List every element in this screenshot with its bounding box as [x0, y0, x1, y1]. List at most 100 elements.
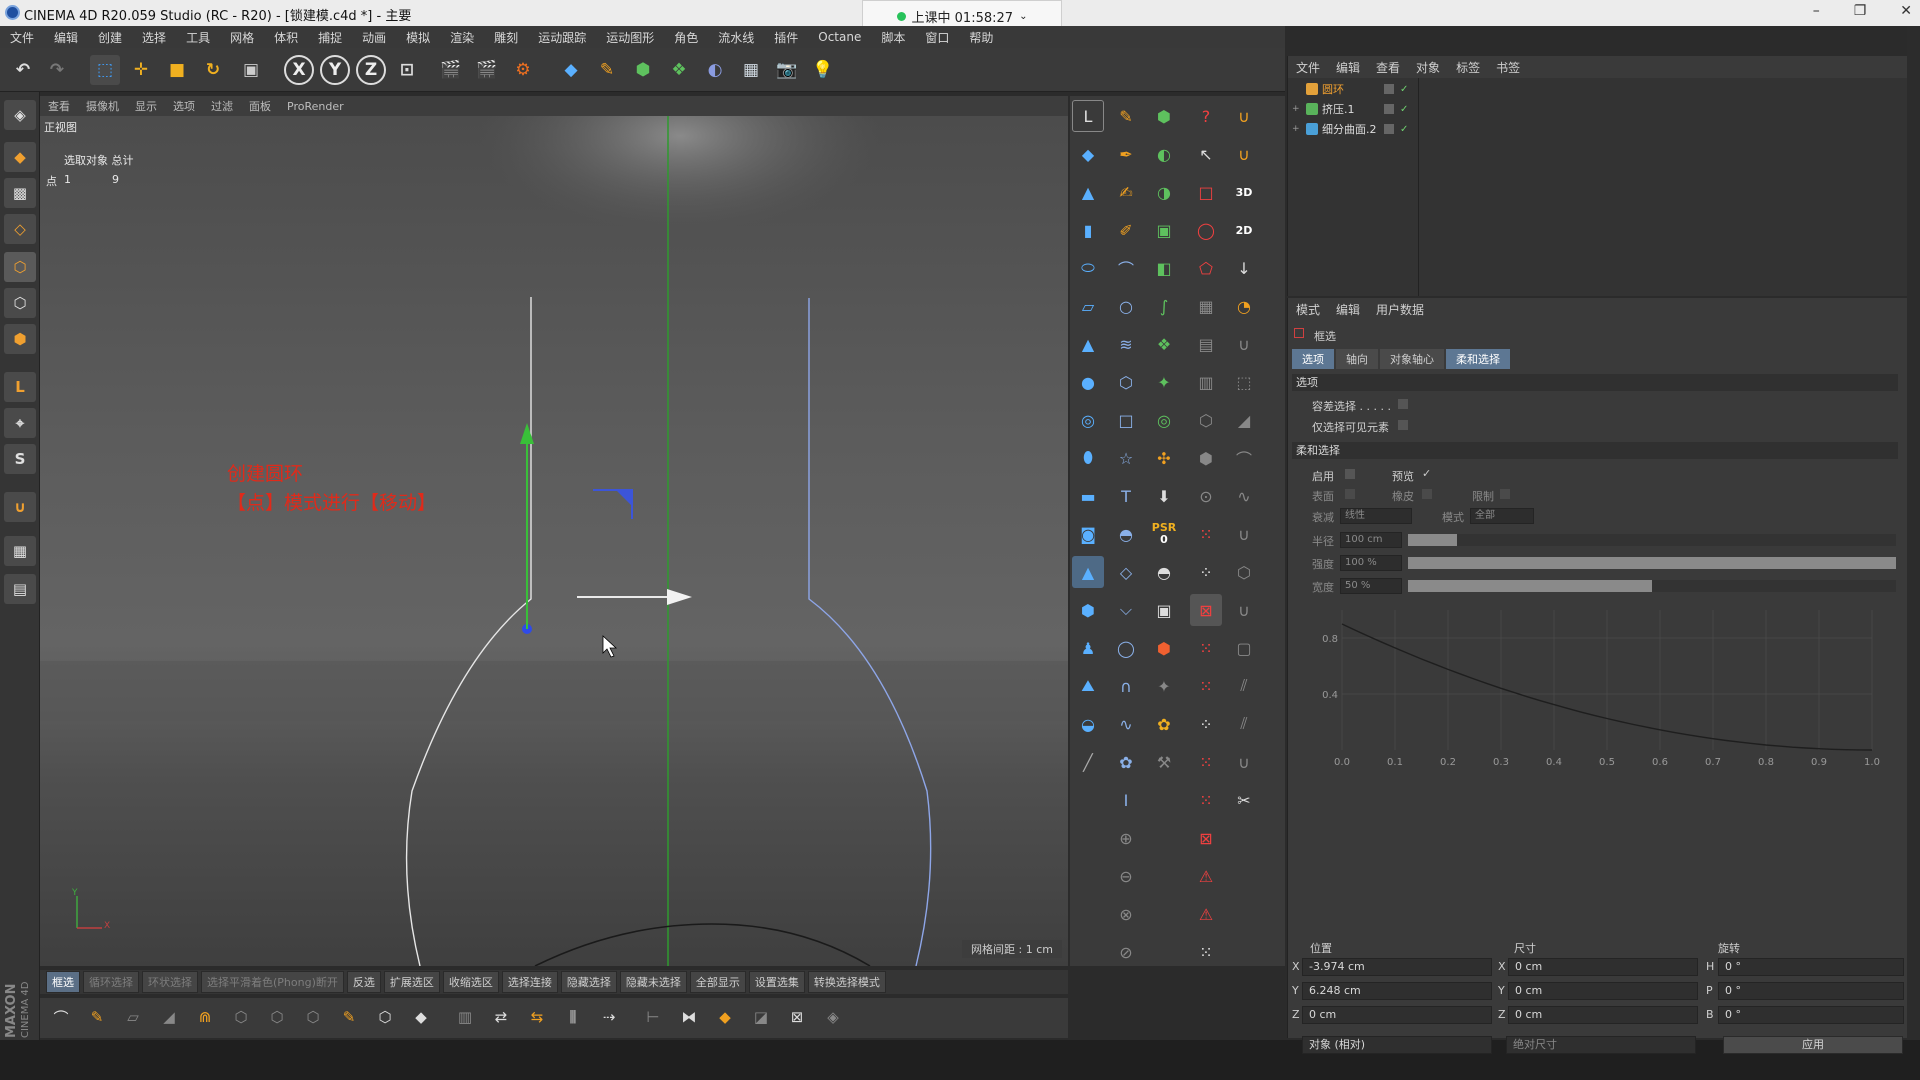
visible-only-checkbox[interactable]: [1398, 420, 1408, 430]
attribute-tab[interactable]: 柔和选择: [1446, 349, 1510, 369]
triangulate-icon[interactable]: ◪: [746, 1002, 776, 1032]
minimize-button[interactable]: –: [1813, 3, 1820, 19]
attribute-tab[interactable]: 对象轴心: [1380, 349, 1444, 369]
snap-workplane-icon[interactable]: ⬡: [1228, 556, 1260, 588]
viewport-menu-item[interactable]: 摄像机: [78, 98, 127, 114]
disc-icon[interactable]: ⬭: [1072, 252, 1104, 284]
move-x-arrow-icon[interactable]: [667, 589, 692, 605]
enabled-check-icon[interactable]: ✓: [1400, 124, 1408, 135]
viewport-menu-item[interactable]: ProRender: [279, 100, 352, 113]
cube-icon[interactable]: ◆: [556, 55, 586, 85]
x-axis-lock-button[interactable]: X: [284, 55, 314, 85]
close-hole-icon[interactable]: ⇢: [594, 1002, 624, 1032]
snap-3d-icon[interactable]: 3D: [1228, 176, 1260, 208]
workplane-icon[interactable]: ◇: [4, 214, 36, 244]
star-spline-icon[interactable]: ☆: [1110, 442, 1142, 474]
loop-select-icon[interactable]: ▦: [1190, 290, 1222, 322]
flower-icon[interactable]: ∿: [1110, 708, 1142, 740]
surface-checkbox[interactable]: [1345, 489, 1355, 499]
menu-item[interactable]: 工具: [176, 29, 220, 46]
relief-icon[interactable]: ◒: [1072, 708, 1104, 740]
polygon-pen-tool-icon[interactable]: ✎: [334, 1002, 364, 1032]
redo-icon[interactable]: ↷: [42, 55, 72, 85]
i-profile-icon[interactable]: I: [1110, 784, 1142, 816]
slide-icon[interactable]: ▱: [118, 1002, 148, 1032]
landscape-icon[interactable]: ⛰: [1072, 670, 1104, 702]
pyramid-icon[interactable]: ▲: [1072, 328, 1104, 360]
stitch-icon[interactable]: ⇆: [522, 1002, 552, 1032]
menu-item[interactable]: 动画: [352, 29, 396, 46]
recent-tools-icon[interactable]: ▣: [236, 55, 266, 85]
render-settings-icon[interactable]: ⚙: [508, 55, 538, 85]
menu-item[interactable]: 运动图形: [596, 29, 664, 46]
menu-item[interactable]: 体积: [264, 29, 308, 46]
object-row[interactable]: + 挤压.1 ✓: [1292, 100, 1900, 118]
pen-spline-icon[interactable]: ✎: [1110, 100, 1142, 132]
coordinate-mode-select[interactable]: 对象 (相对): [1302, 1036, 1492, 1054]
lathe-icon[interactable]: ◑: [1148, 176, 1180, 208]
normal-move-icon[interactable]: ▥: [450, 1002, 480, 1032]
expand-icon[interactable]: +: [1292, 104, 1300, 114]
snap-guide-icon[interactable]: ⫽: [1228, 670, 1260, 702]
knife-icon[interactable]: ✂: [1228, 784, 1260, 816]
grow-selection-icon[interactable]: ⁙: [1190, 632, 1222, 664]
loft-icon[interactable]: ▣: [1148, 214, 1180, 246]
snap-vertex-icon[interactable]: ∪: [1228, 328, 1260, 360]
sphere-icon[interactable]: ●: [1072, 366, 1104, 398]
snap-grid-point-icon[interactable]: ∪: [1228, 594, 1260, 626]
polygon-reduction-icon[interactable]: ⬢: [1148, 632, 1180, 664]
matrix-extrude-icon[interactable]: ⬡: [298, 1002, 328, 1032]
points-grid-icon[interactable]: ⁙: [1190, 518, 1222, 550]
floor-icon[interactable]: ▦: [736, 55, 766, 85]
edge-cut-icon[interactable]: ⇄: [486, 1002, 516, 1032]
spline-smooth-icon[interactable]: ✍: [1110, 176, 1142, 208]
figure-person-icon[interactable]: ♟: [1072, 632, 1104, 664]
selection-command-button[interactable]: 设置选集: [748, 971, 805, 993]
menu-item[interactable]: 运动跟踪: [528, 29, 596, 46]
sketch-spline-icon[interactable]: ✒: [1110, 138, 1142, 170]
line-cut-icon[interactable]: ⌒: [46, 1002, 76, 1032]
quantize-icon[interactable]: ◔: [1228, 290, 1260, 322]
polygons-mode-icon[interactable]: ⬢: [4, 324, 36, 354]
enabled-check-icon[interactable]: ✓: [1400, 104, 1408, 115]
snap-2d-icon[interactable]: 2D: [1228, 214, 1260, 246]
magnet-tool-icon[interactable]: ⋒: [190, 1002, 220, 1032]
selection-command-button[interactable]: 选择平滑着色(Phong)断开: [201, 971, 344, 993]
object-row[interactable]: + 细分曲面.2 ✓: [1292, 120, 1900, 138]
boole-icon[interactable]: ◎: [1148, 404, 1180, 436]
psr-button[interactable]: PSR 0: [1148, 518, 1180, 550]
menu-item[interactable]: 窗口: [915, 29, 959, 46]
rectangle-spline-icon[interactable]: □: [1110, 404, 1142, 436]
spline-left-selected[interactable]: [405, 297, 532, 966]
menu-item[interactable]: 编辑: [44, 29, 88, 46]
menu-item[interactable]: 插件: [764, 29, 808, 46]
selection-command-button[interactable]: 转换选择模式: [807, 971, 886, 993]
atom-array-icon[interactable]: ✦: [1148, 366, 1180, 398]
subdivide-icon[interactable]: ⊠: [782, 1002, 812, 1032]
snap-polygon-icon[interactable]: ◢: [1228, 404, 1260, 436]
menu-item[interactable]: 文件: [0, 29, 44, 46]
axis-mode-icon[interactable]: L: [4, 372, 36, 402]
oil-tank-icon[interactable]: ▬: [1072, 480, 1104, 512]
figure-icon[interactable]: ▲: [1072, 556, 1104, 588]
grid-icon[interactable]: ▤: [4, 574, 36, 604]
optimize-icon[interactable]: ◆: [710, 1002, 740, 1032]
subdivision-surface-icon[interactable]: ⬢: [1148, 100, 1180, 132]
connected-select-icon[interactable]: ⁘: [1190, 708, 1222, 740]
attribute-menu-item[interactable]: 模式: [1288, 301, 1328, 318]
preview-checkbox[interactable]: ✓: [1422, 467, 1431, 480]
menu-item[interactable]: 捕捉: [308, 29, 352, 46]
snap-edge-icon[interactable]: ⬚: [1228, 366, 1260, 398]
render-picture-viewer-icon[interactable]: 🎬: [472, 55, 502, 85]
lasso-select-icon[interactable]: ◯: [1190, 214, 1222, 246]
selection-command-button[interactable]: 循环选择: [83, 971, 139, 993]
fill-select-icon[interactable]: ⬡: [1190, 404, 1222, 436]
torus-icon[interactable]: ◎: [1072, 404, 1104, 436]
coordinate-system-icon[interactable]: ⊡: [392, 55, 422, 85]
size-field[interactable]: 0 cm: [1508, 982, 1698, 1000]
object-menu-item[interactable]: 书签: [1488, 59, 1528, 76]
null-object-icon[interactable]: L: [1072, 100, 1104, 132]
attribute-menu-item[interactable]: 用户数据: [1368, 301, 1432, 318]
spline-subtract-icon[interactable]: ⊖: [1110, 860, 1142, 892]
selection-command-button[interactable]: 扩展选区: [383, 971, 440, 993]
